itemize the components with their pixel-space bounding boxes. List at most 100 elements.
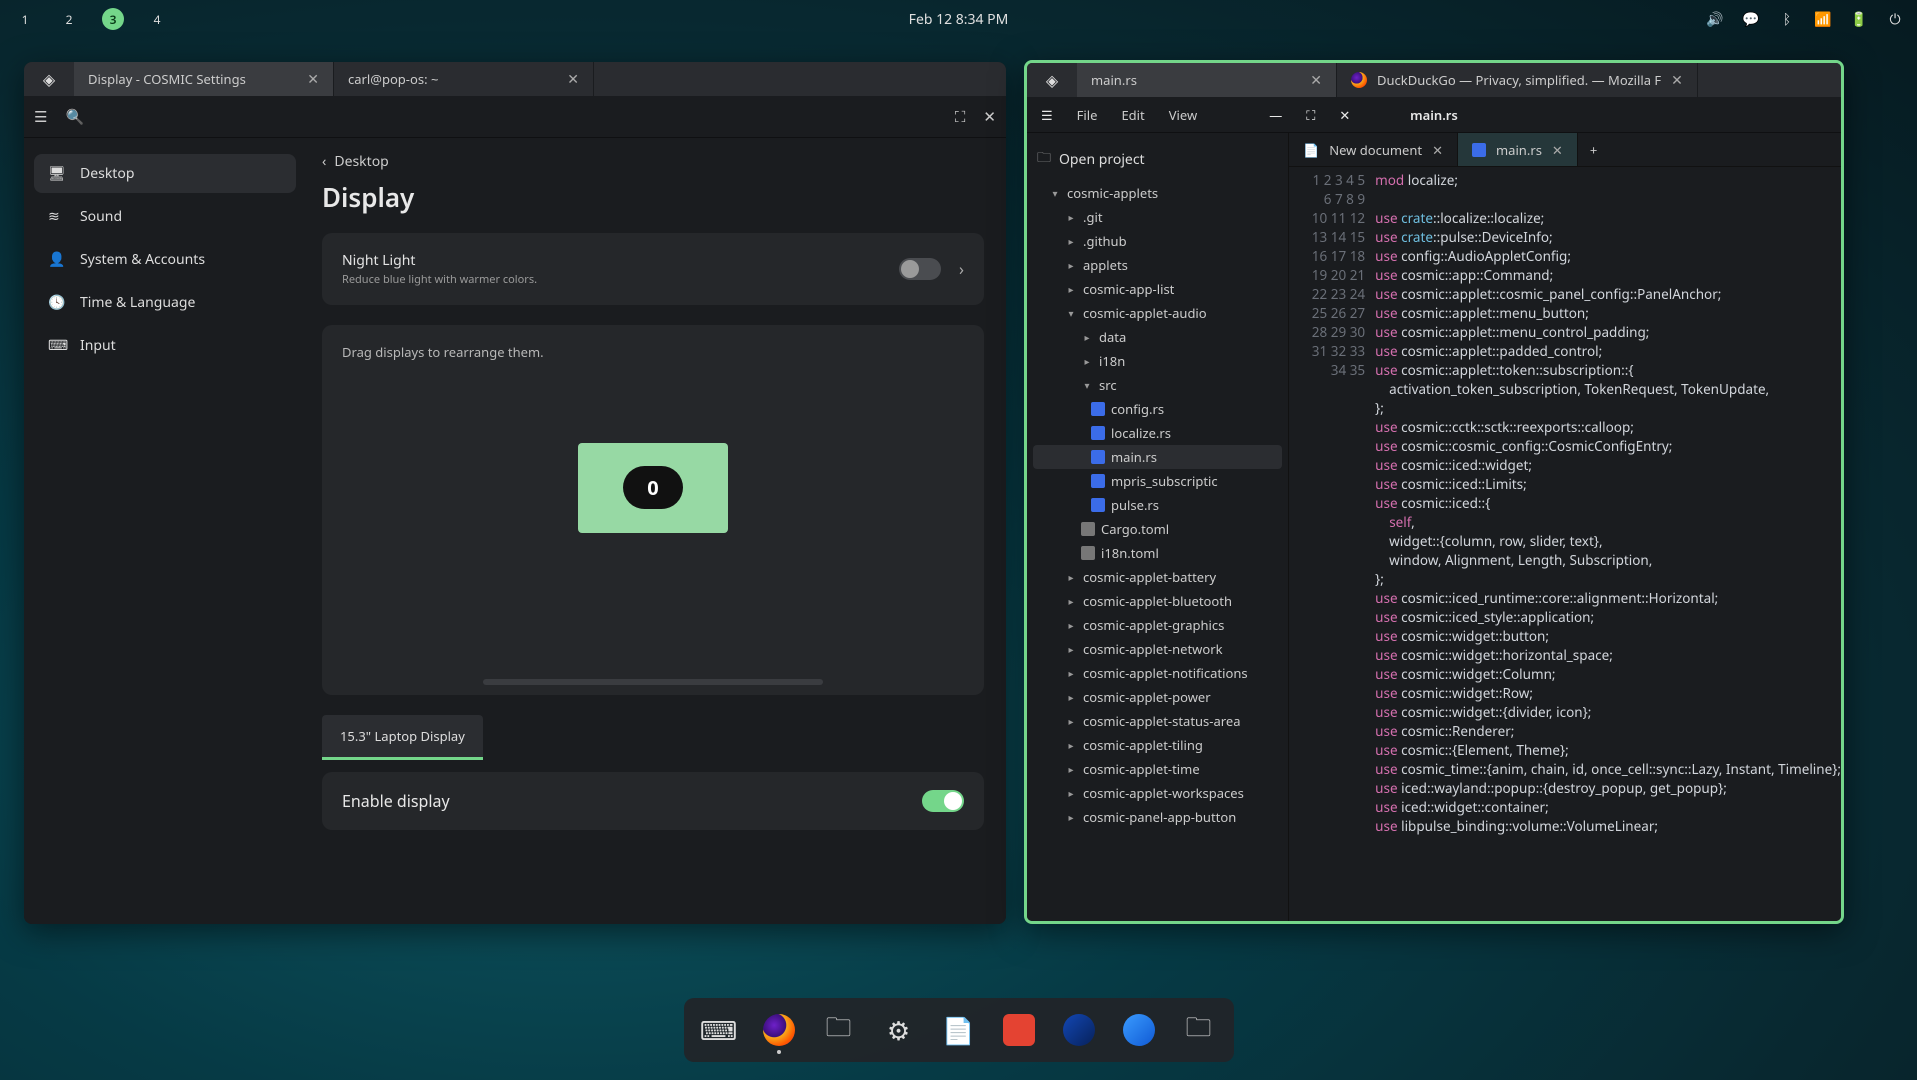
settings-icon[interactable]: ⚙ xyxy=(880,1008,918,1052)
tree-item[interactable]: ▸applets xyxy=(1033,253,1282,277)
tree-item[interactable]: ▾cosmic-applet-audio xyxy=(1033,301,1282,325)
hamburger-icon[interactable]: ☰ xyxy=(34,107,47,127)
power-icon[interactable]: ⏻ xyxy=(1887,11,1903,27)
bluetooth-icon[interactable]: ᛒ xyxy=(1779,11,1795,27)
clock[interactable]: Feb 12 8:34 PM xyxy=(909,10,1009,29)
new-tab-button[interactable]: + xyxy=(1578,133,1609,166)
tree-item[interactable]: ▸cosmic-panel-app-button xyxy=(1033,805,1282,829)
close-icon[interactable]: ✕ xyxy=(567,70,579,89)
chevron-right-icon: ▸ xyxy=(1065,642,1077,656)
tree-item[interactable]: ▾src xyxy=(1033,373,1282,397)
chevron-right-icon: ▸ xyxy=(1065,570,1077,584)
code-editor[interactable]: 1 2 3 4 5 6 7 8 9 10 11 12 13 14 15 16 1… xyxy=(1289,167,1841,921)
tree-item[interactable]: ▸cosmic-applet-bluetooth xyxy=(1033,589,1282,613)
sidebar-item-system-accounts[interactable]: 👤System & Accounts xyxy=(34,240,296,279)
workspace-4[interactable]: 4 xyxy=(146,8,168,30)
monitor-icon: 🖥 xyxy=(48,164,66,183)
firefox-icon[interactable] xyxy=(760,1008,798,1052)
tree-item[interactable]: ▸cosmic-applet-notifications xyxy=(1033,661,1282,685)
tree-item[interactable]: main.rs xyxy=(1033,445,1282,469)
night-light-toggle[interactable] xyxy=(899,258,941,280)
tree-item[interactable]: pulse.rs xyxy=(1033,493,1282,517)
tab-label: main.rs xyxy=(1496,141,1542,159)
tree-item[interactable]: mpris_subscriptic xyxy=(1033,469,1282,493)
sidebar-item-desktop[interactable]: 🖥Desktop xyxy=(34,154,296,193)
horizontal-scrollbar[interactable] xyxy=(483,679,823,685)
window-tab[interactable]: Display - COSMIC Settings✕ xyxy=(74,62,334,96)
tree-item[interactable]: config.rs xyxy=(1033,397,1282,421)
tree-item[interactable]: ▸cosmic-applet-power xyxy=(1033,685,1282,709)
tree-label: localize.rs xyxy=(1111,424,1171,442)
tree-item[interactable]: ▸cosmic-app-list xyxy=(1033,277,1282,301)
battery-icon[interactable]: 🔋 xyxy=(1851,11,1867,27)
project-tree[interactable]: 🗀 Open project ▾cosmic-applets▸.git▸.git… xyxy=(1027,133,1289,921)
obsidian-icon[interactable] xyxy=(1060,1008,1098,1052)
maximize-icon[interactable]: ⛶ xyxy=(955,107,966,127)
time-icon: 🕓 xyxy=(48,293,66,312)
workspace-2[interactable]: 2 xyxy=(58,8,80,30)
editor-tab[interactable]: 📄New document✕ xyxy=(1289,133,1458,166)
chevron-right-icon[interactable]: › xyxy=(959,258,964,280)
open-project-button[interactable]: 🗀 Open project xyxy=(1033,143,1282,181)
files-icon[interactable]: 🗀 xyxy=(820,1008,858,1052)
tree-item[interactable]: ▾cosmic-applets xyxy=(1033,181,1282,205)
sidebar-item-time-language[interactable]: 🕓Time & Language xyxy=(34,283,296,322)
night-light-card[interactable]: Night Light Reduce blue light with warme… xyxy=(322,233,984,305)
close-icon[interactable]: ✕ xyxy=(983,107,996,127)
search-icon[interactable]: 🔍 xyxy=(65,107,84,127)
tree-item[interactable]: ▸cosmic-applet-workspaces xyxy=(1033,781,1282,805)
display-tab[interactable]: 15.3" Laptop Display xyxy=(322,715,483,760)
menu-edit[interactable]: Edit xyxy=(1121,106,1144,124)
chat-icon[interactable]: 💬 xyxy=(1743,11,1759,27)
tree-item[interactable]: ▸.github xyxy=(1033,229,1282,253)
tree-item[interactable]: ▸data xyxy=(1033,325,1282,349)
tree-item[interactable]: ▸cosmic-applet-battery xyxy=(1033,565,1282,589)
tree-item[interactable]: ▸i18n xyxy=(1033,349,1282,373)
close-icon[interactable]: ✕ xyxy=(1310,71,1322,90)
minimize-icon[interactable]: — xyxy=(1269,106,1282,124)
chevron-right-icon: ▸ xyxy=(1065,738,1077,752)
window-tab[interactable]: DuckDuckGo — Privacy, simplified. — Mozi… xyxy=(1337,63,1698,97)
tree-item[interactable]: ▸cosmic-applet-status-area xyxy=(1033,709,1282,733)
tree-item[interactable]: ▸cosmic-applet-graphics xyxy=(1033,613,1282,637)
maximize-icon[interactable]: ⛶ xyxy=(1306,106,1315,124)
sidebar-item-label: Sound xyxy=(80,207,122,226)
display-arrange-card[interactable]: Drag displays to rearrange them. 0 xyxy=(322,325,984,695)
account-icon: 👤 xyxy=(48,250,66,269)
files-icon-2[interactable]: 🗀 xyxy=(1180,1008,1218,1052)
close-icon[interactable]: ✕ xyxy=(1671,71,1683,90)
menu-view[interactable]: View xyxy=(1169,106,1197,124)
close-icon[interactable]: ✕ xyxy=(1432,141,1443,159)
menu-file[interactable]: File xyxy=(1077,106,1098,124)
breadcrumb-back[interactable]: ‹ Desktop xyxy=(322,152,984,171)
thunderbird-icon[interactable] xyxy=(1120,1008,1158,1052)
sidebar-item-sound[interactable]: ≋Sound xyxy=(34,197,296,236)
workspace-3[interactable]: 3 xyxy=(102,8,124,30)
tree-item[interactable]: ▸cosmic-applet-time xyxy=(1033,757,1282,781)
tree-label: data xyxy=(1099,328,1126,346)
tree-item[interactable]: ▸cosmic-applet-network xyxy=(1033,637,1282,661)
volume-icon[interactable]: 🔊 xyxy=(1707,11,1723,27)
hamburger-icon[interactable]: ☰ xyxy=(1041,106,1053,124)
wifi-icon[interactable]: 📶 xyxy=(1815,11,1831,27)
code-content[interactable]: mod localize; use crate::localize::local… xyxy=(1375,171,1841,917)
tree-item[interactable]: localize.rs xyxy=(1033,421,1282,445)
close-icon[interactable]: ✕ xyxy=(1552,141,1563,159)
display-box[interactable]: 0 xyxy=(578,443,728,533)
window-tab[interactable]: carl@pop-os: ~✕ xyxy=(334,62,594,96)
terminal-icon[interactable]: ⌨ xyxy=(700,1008,738,1052)
workspace-1[interactable]: 1 xyxy=(14,8,36,30)
tree-item[interactable]: i18n.toml xyxy=(1033,541,1282,565)
close-icon[interactable]: ✕ xyxy=(307,70,319,89)
tree-item[interactable]: ▸.git xyxy=(1033,205,1282,229)
sidebar-item-input[interactable]: ⌨Input xyxy=(34,326,296,365)
close-icon[interactable]: ✕ xyxy=(1339,106,1350,124)
window-tab[interactable]: main.rs✕ xyxy=(1077,63,1337,97)
text-editor-icon[interactable]: 📄 xyxy=(940,1008,978,1052)
tree-item[interactable]: ▸cosmic-applet-tiling xyxy=(1033,733,1282,757)
tree-item[interactable]: Cargo.toml xyxy=(1033,517,1282,541)
editor-tab[interactable]: main.rs ✕ xyxy=(1458,133,1578,166)
todoist-icon[interactable] xyxy=(1000,1008,1038,1052)
page-title: Display xyxy=(322,179,984,215)
enable-display-toggle[interactable] xyxy=(922,790,964,812)
